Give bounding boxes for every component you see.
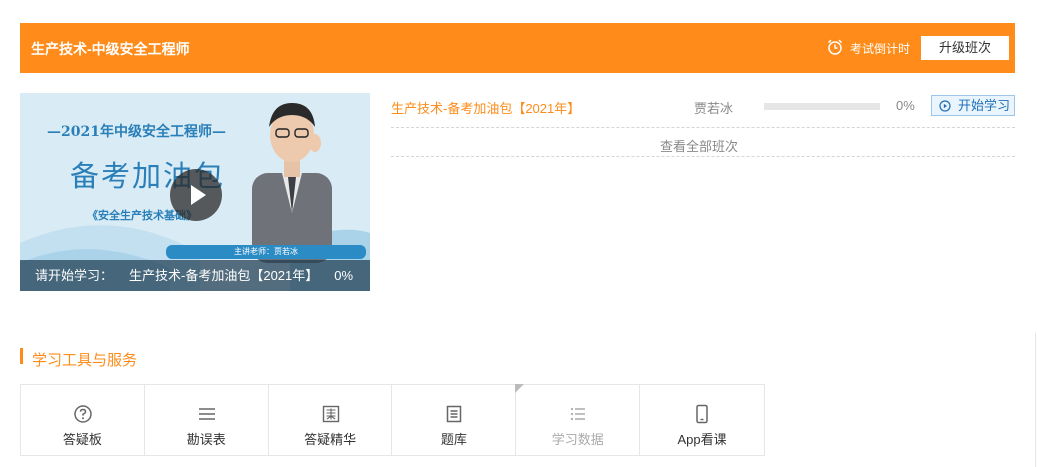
bullet-list-icon bbox=[571, 407, 586, 421]
course-progress-percent: 0% bbox=[896, 98, 915, 113]
tool-label: 答疑精华 bbox=[304, 432, 357, 447]
continue-learning-bar[interactable]: 请开始学习： 生产技术-备考加油包【2021年】 0% bbox=[20, 260, 370, 291]
tool-app-courses[interactable]: App看课 bbox=[640, 385, 764, 455]
tool-qa-highlights[interactable]: 答疑精华 bbox=[269, 385, 393, 455]
mobile-phone-icon bbox=[696, 404, 708, 424]
alarm-clock-icon bbox=[827, 39, 843, 55]
course-teacher: 贾若冰 bbox=[694, 101, 734, 116]
start-learning-label: 开始学习 bbox=[958, 98, 1011, 113]
continue-course-name: 生产技术-备考加油包【2021年】 bbox=[129, 268, 319, 283]
tool-label: App看课 bbox=[677, 432, 727, 447]
countdown-label[interactable]: 考试倒计时 bbox=[850, 40, 910, 57]
play-circle-icon bbox=[939, 100, 951, 112]
tools-section-title: 学习工具与服务 bbox=[32, 352, 138, 369]
course-link[interactable]: 生产技术-备考加油包【2021年】 bbox=[391, 98, 580, 117]
tool-label: 答疑板 bbox=[62, 432, 102, 447]
tool-learning-data[interactable]: 学习数据 bbox=[515, 384, 641, 455]
course-progress-bar bbox=[764, 103, 880, 110]
course-cover[interactable]: —2021年中级安全工程师— 备考加油包 《安全生产技术基础》 主讲老师：贾若冰… bbox=[20, 93, 370, 291]
corner-marker bbox=[515, 384, 525, 393]
panel-border bbox=[1035, 333, 1036, 467]
upgrade-class-button[interactable]: 升级班次 bbox=[921, 36, 1009, 60]
tool-label: 学习数据 bbox=[551, 432, 604, 447]
start-learning-button[interactable]: 开始学习 bbox=[931, 95, 1015, 116]
cover-teacher-strip: 主讲老师：贾若冰 bbox=[166, 245, 366, 259]
row-divider bbox=[391, 156, 1015, 157]
list-lines-icon bbox=[198, 408, 215, 420]
tool-question-bank[interactable]: 题库 bbox=[392, 385, 517, 455]
play-icon bbox=[191, 185, 206, 205]
cover-subtitle: —2021年中级安全工程师— bbox=[47, 124, 226, 140]
tools-grid: 答疑板 勘误表 答疑精华 题库 学习数据 App看课 bbox=[20, 384, 765, 456]
tool-label: 勘误表 bbox=[186, 432, 226, 447]
question-circle-icon bbox=[74, 405, 92, 423]
tool-errata[interactable]: 勘误表 bbox=[145, 385, 269, 455]
tool-qa-board[interactable]: 答疑板 bbox=[21, 385, 145, 455]
view-all-classes-link[interactable]: 查看全部班次 bbox=[660, 136, 738, 155]
document-list-icon bbox=[447, 405, 462, 423]
row-divider bbox=[391, 127, 1015, 128]
course-header: 生产技术-中级安全工程师 考试倒计时 升级班次 bbox=[20, 23, 1015, 73]
course-title: 生产技术-中级安全工程师 bbox=[31, 41, 190, 57]
play-button[interactable] bbox=[170, 169, 222, 221]
continue-percent: 0% bbox=[334, 268, 354, 283]
section-marker bbox=[20, 348, 23, 364]
tool-label: 题库 bbox=[440, 432, 467, 447]
continue-prompt-label: 请开始学习： bbox=[35, 268, 114, 283]
book-grid-icon bbox=[322, 405, 339, 423]
